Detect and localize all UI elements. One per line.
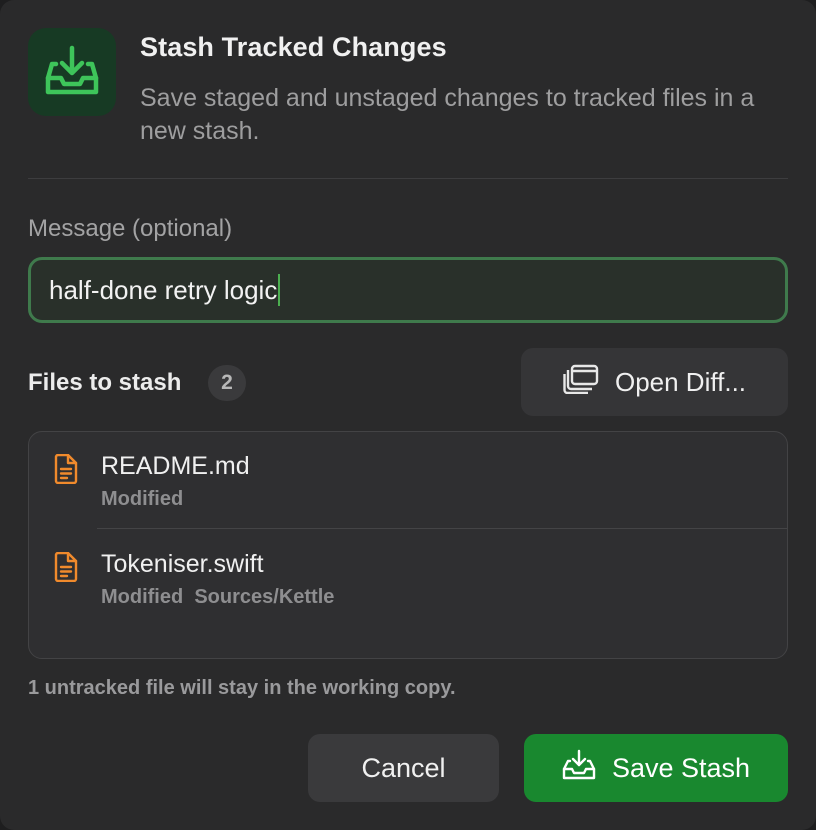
file-status: Modified: [101, 586, 184, 608]
dialog-subtitle: Save staged and unstaged changes to trac…: [140, 84, 755, 145]
document-icon: [53, 551, 79, 587]
dialog-title: Stash Tracked Changes: [140, 32, 447, 62]
row-divider: [97, 528, 787, 529]
file-path: Sources/Kettle: [194, 586, 335, 608]
file-list: README.md Modified Tokeniser.swift Modif…: [28, 431, 788, 659]
file-name: Tokeniser.swift: [101, 550, 264, 578]
file-status: Modified: [101, 488, 184, 510]
file-count-badge: 2: [208, 365, 246, 401]
list-item[interactable]: Tokeniser.swift Modified Sources/Kettle: [29, 530, 787, 626]
message-label: Message (optional): [28, 215, 233, 242]
save-stash-label: Save Stash: [611, 752, 751, 783]
untracked-note: 1 untracked file will stay in the workin…: [28, 677, 456, 699]
tray-download-icon: [28, 28, 116, 116]
files-to-stash-label: Files to stash: [28, 369, 182, 396]
open-diff-label: Open Diff...: [614, 366, 747, 397]
header-divider: [28, 178, 788, 179]
cancel-button[interactable]: Cancel: [308, 734, 499, 802]
document-icon: [53, 453, 79, 489]
open-diff-button[interactable]: Open Diff...: [521, 348, 788, 416]
file-name: README.md: [101, 452, 250, 480]
text-caret: [278, 274, 281, 306]
list-item[interactable]: README.md Modified: [29, 432, 787, 529]
save-stash-button[interactable]: Save Stash: [524, 734, 788, 802]
tray-download-icon: [562, 749, 596, 788]
file-meta: Modified Sources/Kettle: [101, 586, 334, 609]
message-input[interactable]: half-done retry logic: [28, 257, 788, 323]
stash-dialog: Stash Tracked Changes Save staged and un…: [0, 0, 816, 830]
windows-stack-icon: [563, 364, 599, 401]
message-input-value: half-done retry logic: [49, 274, 278, 305]
